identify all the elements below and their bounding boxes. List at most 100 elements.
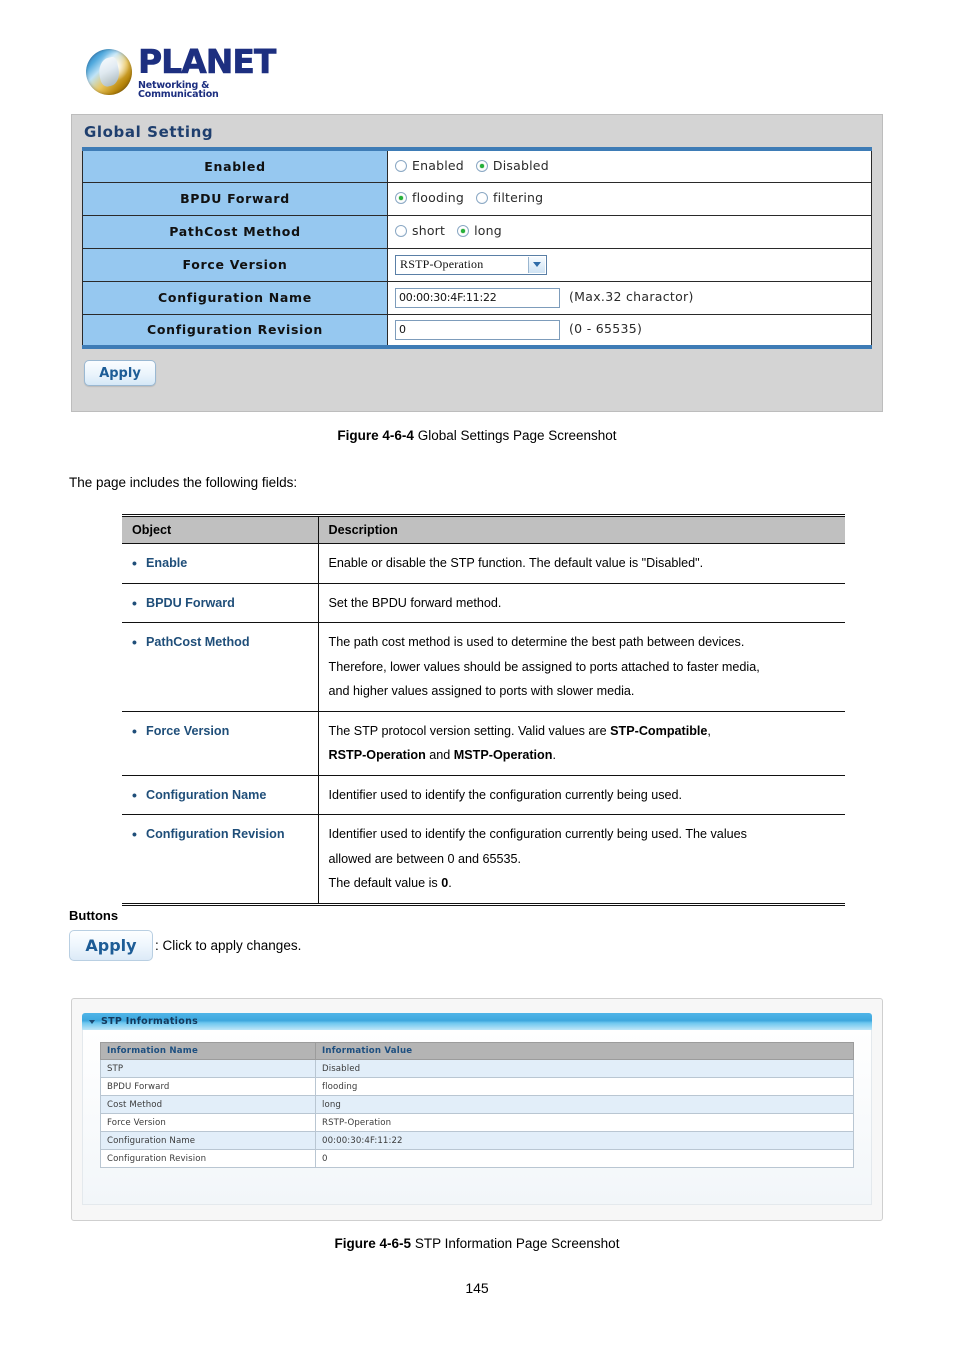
radio-label: Disabled [492,158,549,173]
description-text: Identifier used to identify the configur… [328,827,747,842]
radio-icon[interactable] [457,224,470,237]
radio-icon[interactable] [395,224,407,237]
object-name: PathCost Method [132,629,308,656]
object-cell: Force Version [122,711,319,776]
description-text: Therefore, lower values should be assign… [328,659,760,674]
table-row: Configuration Name Identifier used to ide… [122,775,845,816]
information-value-cell: Disabled [315,1059,854,1078]
table-row: BPDU Forward flooding [100,1077,854,1096]
object-cell: Enable [122,543,319,584]
radio-label: Enabled [412,158,464,173]
global-setting-table: Enabled Enabled Disabled BPDU Forward floodi… [82,147,872,349]
logo-tagline: Networking & Communication [138,79,219,100]
field-label: Enabled [82,148,388,183]
field-control-cell: flooding filtering [387,181,872,216]
object-name: Configuration Name [132,782,308,809]
select-value: RSTP-Operation [400,257,484,271]
force-version-select[interactable]: RSTP-Operation [395,254,547,275]
stp-informations-header[interactable]: STP Informations [82,1013,872,1030]
radio-option-disabled[interactable]: Disabled [475,158,549,173]
description-text: . [448,876,452,891]
field-label: Force Version [82,247,388,282]
radio-option-long[interactable]: long [457,223,502,238]
information-name-cell: Cost Method [100,1095,316,1114]
field-label: Configuration Name [82,280,388,315]
information-value-cell: long [315,1095,854,1114]
column-header-description: Description [318,515,845,544]
object-name: Configuration Revision [132,821,308,848]
apply-button[interactable]: Apply [84,360,156,386]
chevron-down-icon[interactable] [528,256,545,273]
radio-label: short [412,223,446,239]
description-line: and higher values assigned to ports with… [329,679,836,704]
column-header-information-value: Information Value [315,1042,854,1060]
information-value-cell: 0 [315,1149,854,1168]
field-label: PathCost Method [82,214,388,249]
logo-wordmark: PLANET [138,41,277,81]
figure-number-2: Figure 4-6-5 [334,1236,412,1251]
radio-label: filtering [493,190,544,206]
global-setting-row: Configuration Name 00:00:30:4F:11:22 (Max.… [82,280,872,315]
table-row: Enable Enable or disable the STP function… [122,543,845,584]
stp-informations-title: STP Informations [101,1016,199,1027]
table-row: Force Version RSTP-Operation [100,1113,854,1132]
table-row: STP Disabled [100,1059,854,1078]
radio-icon[interactable] [395,159,407,172]
description-text: and higher values assigned to ports with… [328,684,635,699]
radio-option-enabled[interactable]: Enabled [395,158,464,173]
description-line: The path cost method is used to determin… [329,630,836,655]
description-line: Therefore, lower values should be assign… [329,655,836,680]
description-text: Set the BPDU forward method. [328,595,502,610]
field-hint: (Max.32 charactor) [569,289,694,304]
radio-icon[interactable] [476,191,489,204]
intro-paragraph: The page includes the following fields: [69,475,298,490]
figure-title: Global Settings Page Screenshot [413,428,617,443]
radio-option-short[interactable]: short [395,223,445,238]
object-name: BPDU Forward [132,590,308,617]
radio-icon[interactable] [395,191,407,204]
description-text: The STP protocol version setting. Valid … [328,723,611,738]
object-name: Force Version [132,718,308,745]
object-cell: PathCost Method [122,622,319,712]
figure-caption-4-6-5: Figure 4-6-5 STP Information Page Screen… [0,1236,954,1251]
information-name-cell: Force Version [100,1113,316,1132]
stp-table-rows: STP Disabled BPDU Forward flooding Cost Meth… [100,1059,854,1168]
column-header-object: Object [122,515,319,544]
description-text: Identifier used to identify the configur… [328,787,683,802]
radio-option-flooding[interactable]: flooding [395,190,464,205]
information-name-cell: STP [100,1059,316,1078]
description-text: Enable or disable the STP function. The … [328,556,704,570]
radio-icon[interactable] [475,159,488,172]
stp-information-table: Information Name Information Value STP Di… [100,1042,854,1168]
field-control-cell: RSTP-Operation [387,247,872,282]
radio-option-filtering[interactable]: filtering [476,190,543,205]
panel-title-global-setting: Global Setting [84,123,214,141]
stp-table-header-row: Information Name Information Value [100,1042,854,1060]
stp-informations-body: Information Name Information Value STP Di… [82,1030,872,1205]
description-text: and [425,748,454,763]
figure-number: Figure 4-6-4 [337,428,414,443]
information-name-cell: Configuration Name [100,1131,316,1150]
description-line: The default value is 0. [329,871,836,896]
information-value-cell: 00:00:30:4F:11:22 [315,1131,854,1150]
radio-label: long [474,223,502,239]
configuration-revision-input[interactable]: 0 [395,319,560,340]
information-name-cell: BPDU Forward [100,1077,316,1096]
table-row: PathCost Method The path cost method is u… [122,622,845,712]
description-text: The path cost method is used to determin… [328,635,745,650]
chevron-down-icon[interactable] [89,1019,95,1024]
information-value-cell: RSTP-Operation [315,1113,854,1132]
buttons-heading: Buttons [69,908,119,923]
configuration-name-input[interactable]: 00:00:30:4F:11:22 [395,287,560,308]
field-control-cell: 0 (0 - 65535) [387,313,872,348]
field-label: BPDU Forward [82,181,388,216]
object-cell: BPDU Forward [122,583,319,624]
field-hint: (0 - 65535) [569,321,643,337]
description-text: . [552,748,556,763]
field-label: Configuration Revision [82,313,388,348]
description-line: Identifier used to identify the configur… [329,783,836,808]
description-line: RSTP-Operation and MSTP-Operation. [329,743,836,768]
column-header-information-name: Information Name [100,1042,316,1060]
description-rows: Enable Enable or disable the STP function… [122,543,845,905]
apply-button-legend[interactable]: Apply [69,930,153,961]
